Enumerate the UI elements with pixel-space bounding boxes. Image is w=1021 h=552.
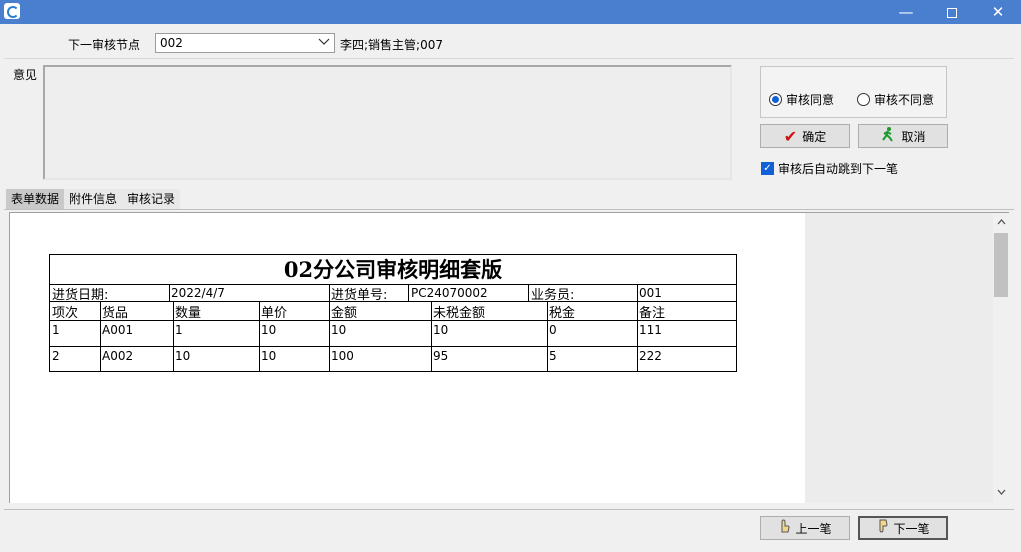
table-cell: 5 bbox=[549, 349, 557, 363]
salesman-label: 业务员: bbox=[531, 288, 575, 303]
next-button[interactable]: 下一笔 bbox=[858, 516, 948, 540]
check-icon: ✔ bbox=[783, 126, 798, 146]
table-cell: 2 bbox=[52, 349, 60, 363]
column-header: 备注 bbox=[639, 306, 666, 321]
table-cell: 10 bbox=[331, 323, 347, 337]
tab-divider bbox=[4, 209, 1014, 210]
table-cell: 1 bbox=[52, 323, 60, 337]
cancel-label: 取消 bbox=[901, 129, 926, 144]
vertical-scrollbar[interactable] bbox=[993, 213, 1009, 503]
app-icon bbox=[4, 3, 20, 19]
opinion-input[interactable] bbox=[43, 65, 732, 180]
row-divider bbox=[50, 301, 736, 302]
scroll-thumb[interactable] bbox=[994, 233, 1008, 297]
date-label: 进货日期: bbox=[52, 288, 109, 303]
table-cell: 10 bbox=[433, 323, 449, 337]
report-viewer: 02分公司审核明细套版 进货日期: 2022/4/7 进货单号: PC24070… bbox=[9, 212, 1009, 503]
row-divider bbox=[50, 346, 736, 347]
running-man-icon bbox=[880, 126, 896, 146]
table-cell: 10 bbox=[261, 349, 277, 363]
order-value: PC24070002 bbox=[411, 286, 488, 300]
col-divider bbox=[528, 284, 529, 301]
next-node-label: 下一审核节点 bbox=[68, 38, 141, 52]
close-button[interactable]: ✕ bbox=[975, 0, 1021, 24]
hand-up-icon bbox=[778, 519, 790, 537]
next-label: 下一笔 bbox=[893, 521, 930, 536]
table-cell: A001 bbox=[102, 323, 134, 337]
checkbox-checked-icon: ✓ bbox=[761, 162, 774, 175]
row-divider bbox=[50, 320, 736, 321]
scroll-down-icon[interactable] bbox=[993, 485, 1009, 501]
tab-audit-records[interactable]: 审核记录 bbox=[122, 189, 181, 209]
radio-disagree[interactable]: 审核不同意 bbox=[857, 91, 934, 108]
maximize-icon bbox=[947, 7, 957, 18]
decision-group: 审核同意 审核不同意 bbox=[760, 66, 947, 118]
bottom-divider bbox=[4, 509, 1014, 510]
col-divider bbox=[637, 284, 638, 301]
tab-bar: 表单数据 附件信息 审核记录 bbox=[6, 189, 181, 209]
report-table: 02分公司审核明细套版 进货日期: 2022/4/7 进货单号: PC24070… bbox=[49, 254, 737, 372]
cancel-button[interactable]: 取消 bbox=[858, 124, 948, 148]
col-divider bbox=[329, 284, 330, 301]
column-header: 货品 bbox=[102, 306, 129, 321]
radio-unselected-icon bbox=[857, 93, 870, 106]
column-header: 未税金额 bbox=[433, 306, 486, 321]
maximize-button[interactable] bbox=[929, 0, 975, 24]
scroll-up-icon[interactable] bbox=[993, 215, 1009, 231]
previous-label: 上一笔 bbox=[795, 521, 832, 536]
col-divider bbox=[100, 301, 101, 372]
table-cell: 95 bbox=[433, 349, 449, 363]
col-divider bbox=[169, 284, 170, 301]
table-cell: 111 bbox=[639, 323, 662, 337]
column-header: 单价 bbox=[261, 306, 288, 321]
column-header: 税金 bbox=[549, 306, 576, 321]
opinion-label: 意见 bbox=[13, 68, 38, 82]
salesman-value: 001 bbox=[639, 286, 662, 300]
col-divider bbox=[329, 301, 330, 372]
column-header: 项次 bbox=[52, 306, 79, 321]
viewer-background bbox=[805, 213, 993, 503]
tab-attachments[interactable]: 附件信息 bbox=[64, 189, 123, 209]
table-cell: 100 bbox=[331, 349, 354, 363]
radio-disagree-label: 审核不同意 bbox=[874, 93, 935, 107]
report-title: 02分公司审核明细套版 bbox=[283, 257, 503, 282]
previous-button[interactable]: 上一笔 bbox=[760, 516, 850, 540]
confirm-label: 确定 bbox=[802, 129, 827, 144]
col-divider bbox=[408, 284, 409, 301]
radio-selected-icon bbox=[769, 93, 782, 106]
table-cell: A002 bbox=[102, 349, 134, 363]
tab-form-data[interactable]: 表单数据 bbox=[6, 189, 65, 209]
radio-agree-label: 审核同意 bbox=[786, 93, 835, 107]
auto-next-checkbox[interactable]: ✓ 审核后自动跳到下一笔 bbox=[761, 160, 898, 177]
table-cell: 0 bbox=[549, 323, 557, 337]
col-divider bbox=[259, 301, 260, 372]
table-cell: 10 bbox=[175, 349, 191, 363]
col-divider bbox=[431, 301, 432, 372]
report-page: 02分公司审核明细套版 进货日期: 2022/4/7 进货单号: PC24070… bbox=[10, 213, 805, 503]
chevron-down-icon[interactable] bbox=[316, 35, 332, 51]
next-node-value: 002 bbox=[160, 36, 183, 50]
order-label: 进货单号: bbox=[331, 288, 388, 303]
column-header: 数量 bbox=[175, 306, 202, 321]
col-divider bbox=[547, 301, 548, 372]
table-cell: 222 bbox=[639, 349, 662, 363]
title-bar: — ✕ bbox=[0, 0, 1021, 24]
table-cell: 10 bbox=[261, 323, 277, 337]
hand-down-icon bbox=[876, 519, 888, 537]
next-node-select[interactable]: 002 bbox=[155, 33, 335, 53]
col-divider bbox=[637, 301, 638, 372]
auto-next-label: 审核后自动跳到下一笔 bbox=[778, 162, 899, 176]
col-divider bbox=[173, 301, 174, 372]
radio-agree[interactable]: 审核同意 bbox=[769, 91, 834, 108]
confirm-button[interactable]: ✔ 确定 bbox=[760, 124, 850, 148]
row-divider bbox=[50, 284, 736, 285]
date-value: 2022/4/7 bbox=[171, 286, 225, 300]
minimize-button[interactable]: — bbox=[883, 0, 929, 24]
column-header: 金额 bbox=[331, 306, 358, 321]
approver-info: 李四;销售主管;007 bbox=[340, 38, 443, 52]
table-cell: 1 bbox=[175, 323, 183, 337]
